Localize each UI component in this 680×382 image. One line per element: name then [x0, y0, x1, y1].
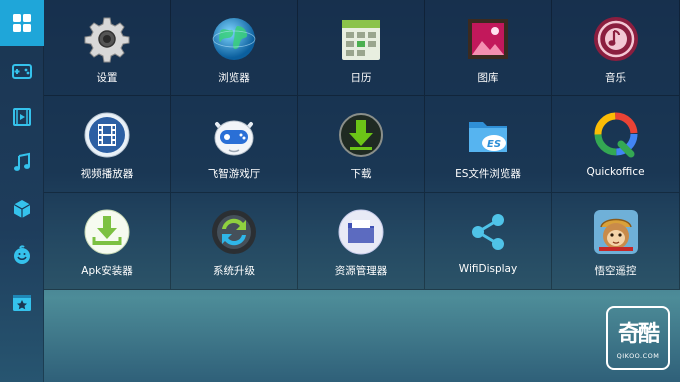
film-icon	[13, 108, 31, 126]
app-label: 日历	[350, 72, 372, 84]
gallery-icon	[468, 19, 508, 59]
app-label: 资源管理器	[334, 265, 388, 277]
app-tile-apk-installer[interactable]: Apk安装器	[44, 193, 171, 290]
app-tile-gallery[interactable]: 图库	[425, 0, 552, 96]
app-tile-settings[interactable]: 设置	[44, 0, 171, 96]
app-label: 浏览器	[218, 72, 250, 84]
grid-icon	[13, 14, 31, 32]
video-player-icon	[84, 112, 130, 158]
sidebar-item-favorites[interactable]	[0, 280, 44, 326]
sidebar-item-apps[interactable]	[0, 186, 44, 232]
monkey-king-icon	[593, 210, 638, 254]
app-label: 飞智游戏厅	[207, 168, 261, 180]
app-grid: 设置 浏览器 日历 图库 音乐 视频播放器 飞智游戏厅 下载 ES ES文件浏览…	[44, 0, 680, 290]
app-label: WifiDisplay	[458, 263, 518, 275]
app-label: 音乐	[605, 72, 626, 84]
download-icon	[339, 113, 383, 157]
gamepad-icon	[12, 64, 32, 79]
app-label: Quickoffice	[586, 166, 645, 178]
sidebar-item-games[interactable]	[0, 48, 44, 94]
calendar-icon	[342, 20, 380, 60]
gear-icon	[84, 17, 130, 63]
app-label: Apk安装器	[81, 265, 133, 277]
system-update-icon	[212, 210, 256, 254]
flydigi-robot-icon	[214, 120, 254, 156]
music-note-icon	[14, 152, 30, 171]
favorites-star-icon	[13, 295, 31, 311]
watermark-sub: QIKOO.COM	[616, 352, 660, 360]
cube-icon	[13, 200, 31, 218]
app-tile-es-file-explorer[interactable]: ES ES文件浏览器	[425, 96, 552, 193]
app-tile-music[interactable]: 音乐	[552, 0, 680, 96]
app-tile-flydigi[interactable]: 飞智游戏厅	[171, 96, 298, 193]
share-icon	[472, 214, 504, 250]
app-tile-wukong-remote[interactable]: 悟空遥控	[552, 193, 680, 290]
sidebar-item-music[interactable]	[0, 140, 44, 186]
app-label: 视频播放器	[80, 168, 134, 180]
sidebar-item-kids[interactable]	[0, 232, 44, 278]
sidebar	[0, 0, 44, 382]
app-tile-file-manager[interactable]: 资源管理器	[298, 193, 425, 290]
app-tile-quickoffice[interactable]: Quickoffice	[552, 96, 680, 193]
svg-text:ES: ES	[487, 139, 501, 150]
es-folder-icon: ES	[469, 122, 507, 152]
app-label: 设置	[96, 72, 118, 84]
app-label: 悟空遥控	[594, 265, 637, 277]
sidebar-item-video[interactable]	[0, 94, 44, 140]
watermark-logo: 奇酷 QIKOO.COM	[606, 306, 670, 370]
app-label: 图库	[477, 72, 499, 84]
globe-icon	[212, 18, 256, 60]
app-tile-wifi-display[interactable]: WifiDisplay	[425, 193, 552, 290]
app-tile-browser[interactable]: 浏览器	[171, 0, 298, 96]
music-disc-icon	[593, 17, 638, 61]
app-tile-system-update[interactable]: 系统升级	[171, 193, 298, 290]
file-manager-icon	[338, 209, 384, 255]
app-tile-download[interactable]: 下载	[298, 96, 425, 193]
quickoffice-icon	[594, 112, 637, 158]
app-tile-calendar[interactable]: 日历	[298, 0, 425, 96]
sidebar-item-all-apps[interactable]	[0, 0, 44, 46]
app-label: ES文件浏览器	[455, 168, 521, 180]
apk-installer-icon	[84, 209, 130, 255]
app-label: 系统升级	[213, 265, 255, 277]
app-label: 下载	[350, 168, 372, 180]
watermark-main: 奇酷	[617, 322, 660, 347]
app-tile-video-player[interactable]: 视频播放器	[44, 96, 171, 193]
smiley-icon	[14, 245, 30, 264]
